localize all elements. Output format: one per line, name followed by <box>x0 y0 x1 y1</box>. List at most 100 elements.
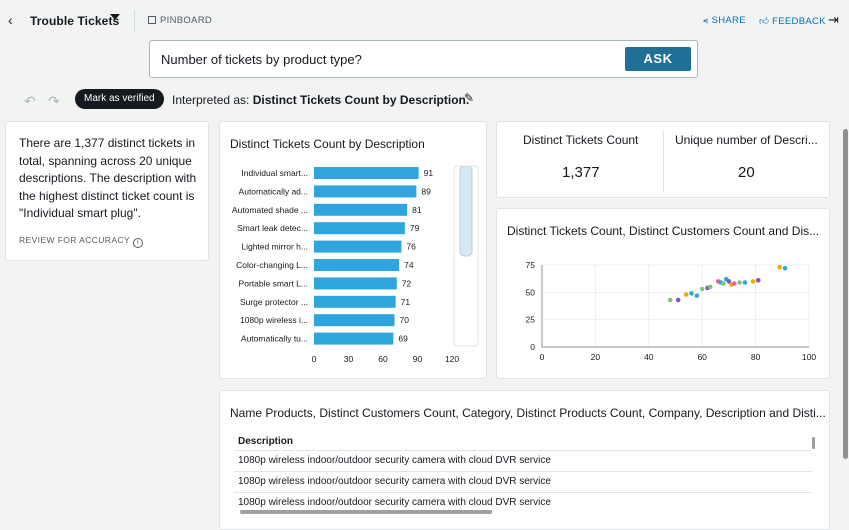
scatter-point <box>667 297 673 303</box>
bar <box>314 332 394 345</box>
back-chevron-icon[interactable]: ‹ <box>8 12 13 28</box>
table-horizontal-scrollbar[interactable] <box>240 510 492 514</box>
divider <box>134 10 135 32</box>
scatter-point <box>689 291 694 296</box>
scatter-point <box>694 293 700 298</box>
kpi-card: Distinct Tickets Count 1,377 Unique numb… <box>496 121 830 198</box>
y-tick-label: 75 <box>526 260 536 270</box>
bar-category-label: Lighted mirror h... <box>241 242 308 252</box>
bar <box>314 222 405 235</box>
bar-category-label: Automatically tu... <box>241 334 308 344</box>
question-input[interactable]: Number of tickets by product type? <box>161 52 362 67</box>
scatter-point <box>699 286 705 292</box>
bar-category-label: Individual smart... <box>241 168 308 178</box>
bar-value-label: 74 <box>404 260 414 270</box>
summary-text: There are 1,377 distinct tickets in tota… <box>19 136 197 220</box>
redo-icon[interactable]: ↷ <box>48 93 60 110</box>
scatter-point <box>707 284 713 290</box>
x-tick-label: 80 <box>751 352 761 362</box>
y-tick-label: 0 <box>530 342 535 352</box>
kpi-value-descriptions: 20 <box>738 164 755 181</box>
kpi-label-descriptions: Unique number of Descri... <box>675 133 818 147</box>
topic-dropdown-caret-icon[interactable] <box>110 14 120 20</box>
bar-category-label: 1080p wireless i... <box>240 315 308 325</box>
bar <box>314 277 397 290</box>
table-vertical-scrollbar[interactable] <box>812 437 815 449</box>
table-card: Name Products, Distinct Customers Count,… <box>219 390 830 530</box>
y-tick-label: 25 <box>526 315 536 325</box>
scatter-chart-card: Distinct Tickets Count, Distinct Custome… <box>496 208 830 379</box>
question-input-box[interactable]: Number of tickets by product type? ASK <box>149 40 698 78</box>
pinboard-link[interactable]: PINBOARD <box>148 15 212 26</box>
edit-pencil-icon[interactable]: ✎ <box>464 91 474 105</box>
info-icon[interactable]: i <box>133 238 144 248</box>
x-tick-label: 20 <box>591 352 601 362</box>
ask-button[interactable]: ASK <box>625 47 691 71</box>
scatter-point <box>683 292 689 297</box>
bar-value-label: 81 <box>412 205 422 215</box>
bar <box>314 203 408 216</box>
table-row[interactable]: 1080p wireless indoor/outdoor security c… <box>234 471 812 492</box>
scatter-point <box>721 281 726 286</box>
table-row[interactable]: 1080p wireless indoor/outdoor security c… <box>234 450 812 471</box>
share-button[interactable]: ⪪ SHARE <box>703 15 746 26</box>
feedback-button[interactable]: 👍︎ FEEDBACK <box>759 15 826 27</box>
column-header-description[interactable]: Description <box>238 436 293 447</box>
collapse-panel-icon[interactable]: ⇥ <box>828 12 839 28</box>
bar-value-label: 76 <box>406 242 416 252</box>
topic-title[interactable]: Trouble Tickets <box>30 14 119 28</box>
x-tick-label: 60 <box>697 352 707 362</box>
bar-value-label: 79 <box>410 223 420 233</box>
bar-category-label: Color-changing L... <box>236 260 308 270</box>
bar-category-label: Automated shade ... <box>232 205 308 215</box>
bar <box>314 167 419 179</box>
page-scrollbar[interactable] <box>843 125 848 525</box>
pinboard-label: PINBOARD <box>160 15 213 26</box>
share-icon: ⪪ <box>703 15 712 26</box>
x-tick-label: 60 <box>378 354 388 364</box>
y-tick-label: 50 <box>526 287 536 297</box>
bar-value-label: 89 <box>421 186 431 196</box>
bar-category-label: Portable smart L... <box>239 278 308 288</box>
bar <box>314 295 396 308</box>
summary-card: There are 1,377 distinct tickets in tota… <box>5 121 209 261</box>
scatter-point <box>777 264 782 270</box>
x-tick-label: 30 <box>344 354 354 364</box>
x-tick-label: 40 <box>644 352 654 362</box>
interpretation-value: Distinct Tickets Count by Description. <box>252 93 470 107</box>
top-bar: ‹ Trouble Tickets PINBOARD ⪪ SHARE 👍︎ FE… <box>0 0 849 40</box>
review-for-accuracy[interactable]: REVIEW FOR ACCURACY i <box>19 235 144 248</box>
undo-icon[interactable]: ↶ <box>24 93 36 110</box>
table-title: Name Products, Distinct Customers Count,… <box>230 406 826 420</box>
bar-chart-scroll-thumb <box>459 165 473 257</box>
feedback-label: FEEDBACK <box>772 16 826 27</box>
x-tick-label: 100 <box>802 352 816 362</box>
bar-category-label: Smart leak detec... <box>237 223 308 233</box>
x-tick-label: 0 <box>540 352 545 362</box>
scatter-point <box>742 280 748 285</box>
x-tick-label: 0 <box>312 354 317 364</box>
bar-value-label: 69 <box>398 334 408 344</box>
bar <box>314 240 402 253</box>
scatter-chart: 0 25 50 75 0 20 40 60 80 100 <box>526 260 817 362</box>
scatter-point <box>731 281 737 286</box>
pinboard-icon <box>148 16 156 24</box>
bar <box>314 185 417 198</box>
bar-value-label: 71 <box>401 297 411 307</box>
bar-value-label: 91 <box>424 168 434 178</box>
page-scrollbar-thumb[interactable] <box>843 129 848 459</box>
thumbs-up-icon: 👍︎ <box>759 16 773 27</box>
bar-value-label: 70 <box>400 315 410 325</box>
kpi-label-tickets: Distinct Tickets Count <box>523 133 639 147</box>
x-tick-label: 120 <box>445 354 459 364</box>
share-label: SHARE <box>711 15 746 26</box>
scatter-point <box>755 278 761 283</box>
scatter-point <box>675 297 681 303</box>
kpi-value-tickets: 1,377 <box>562 164 600 181</box>
bar-chart: Individual smart... 91 Automatically ad...… <box>232 165 479 364</box>
bar-category-label: Surge protector ... <box>240 297 308 307</box>
mark-as-verified-button[interactable]: Mark as verified <box>75 89 164 109</box>
x-tick-label: 90 <box>413 354 423 364</box>
scatter-point <box>782 265 788 271</box>
bar <box>314 314 395 327</box>
